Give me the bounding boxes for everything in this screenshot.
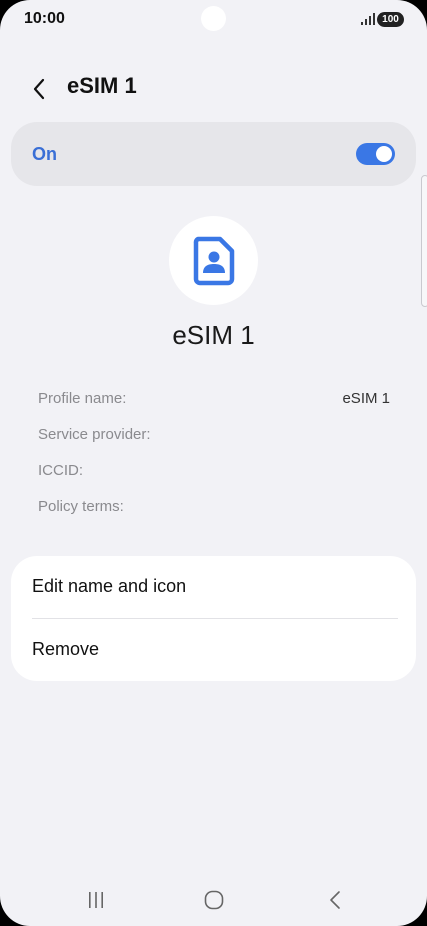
esim-toggle-switch[interactable] (356, 143, 395, 165)
front-camera (201, 6, 226, 31)
signal-icon (361, 13, 375, 25)
nav-back-button[interactable] (315, 884, 355, 916)
back-button[interactable] (22, 72, 56, 106)
info-list: Profile name: eSIM 1 Service provider: I… (38, 388, 390, 532)
info-row-policy-terms: Policy terms: (38, 496, 390, 532)
profile-icon-circle (169, 216, 258, 305)
remove-button[interactable]: Remove (11, 619, 416, 681)
scroll-indicator[interactable] (421, 175, 427, 307)
actions-card: Edit name and icon Remove (11, 556, 416, 681)
status-time: 10:00 (24, 10, 65, 27)
info-label: Profile name: (38, 390, 127, 407)
navigation-bar (0, 870, 427, 926)
battery-icon: 100 (377, 12, 404, 27)
back-icon (330, 891, 340, 909)
esim-toggle-card[interactable]: On (11, 122, 416, 186)
info-label: Service provider: (38, 426, 151, 443)
recents-icon (89, 892, 103, 908)
profile-name: eSIM 1 (172, 320, 255, 350)
status-bar: 10:00 100 (0, 0, 427, 40)
sim-card-person-icon (193, 236, 234, 285)
edit-name-and-icon-button[interactable]: Edit name and icon (11, 556, 416, 618)
info-value: eSIM 1 (342, 390, 390, 407)
page-title: eSIM 1 (67, 73, 137, 98)
home-button[interactable] (194, 884, 234, 916)
info-label: ICCID: (38, 462, 83, 479)
esim-settings-screen: 10:00 100 eSIM 1 On eSIM 1 Profile name:… (0, 0, 427, 926)
info-label: Policy terms: (38, 498, 124, 515)
edit-name-and-icon-label: Edit name and icon (32, 576, 187, 596)
info-row-profile-name: Profile name: eSIM 1 (38, 388, 390, 424)
chevron-left-icon (33, 78, 45, 100)
remove-label: Remove (32, 639, 100, 659)
info-row-service-provider: Service provider: (38, 424, 390, 460)
toggle-label: On (32, 144, 57, 164)
home-icon (204, 890, 224, 910)
toggle-thumb (376, 146, 392, 162)
recents-button[interactable] (76, 884, 116, 916)
info-row-iccid: ICCID: (38, 460, 390, 496)
